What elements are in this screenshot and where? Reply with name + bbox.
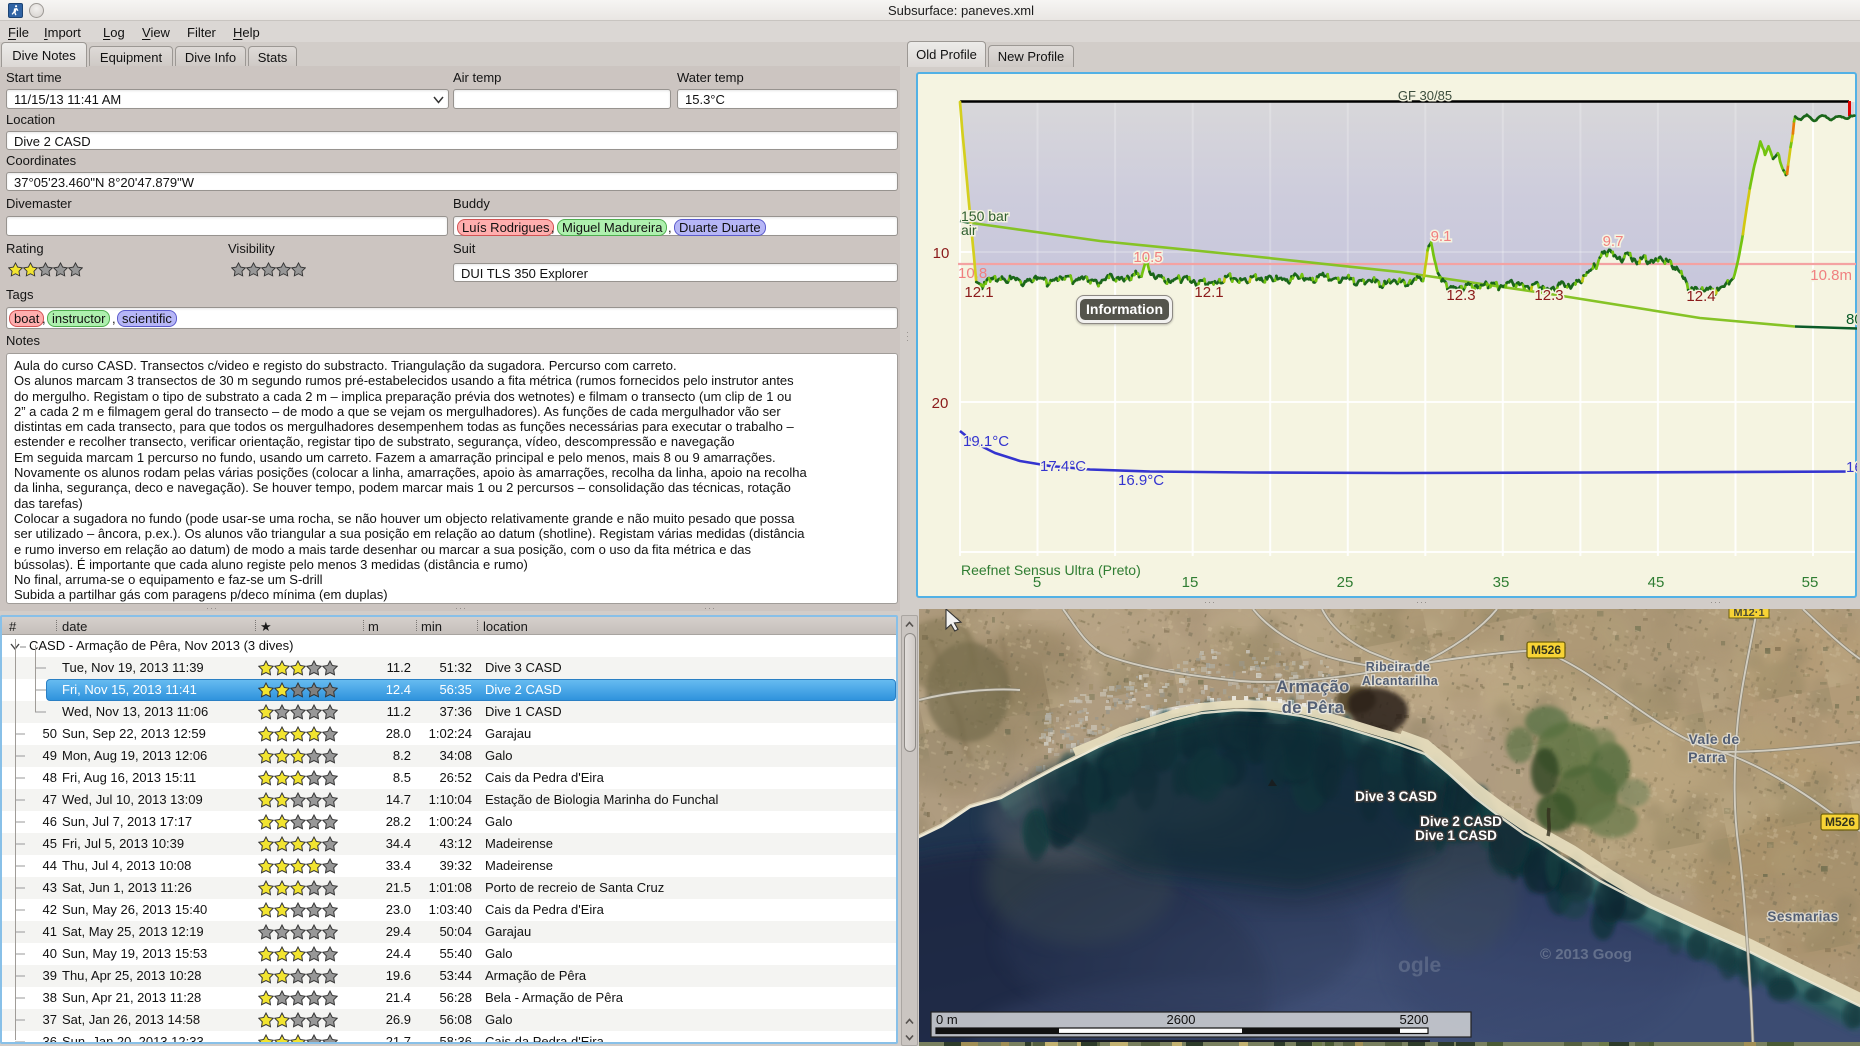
svg-text:9.7: 9.7 [1603,233,1624,250]
svg-text:GF 30/85: GF 30/85 [1398,88,1452,103]
svg-text:M12·1: M12·1 [1733,609,1764,619]
svg-text:17.4°C: 17.4°C [1040,458,1086,475]
svg-text:12.1: 12.1 [1194,284,1223,301]
svg-text:0 m: 0 m [936,1012,958,1027]
svg-text:35: 35 [1493,574,1510,591]
svg-text:10.8: 10.8 [958,265,987,282]
svg-text:45: 45 [1648,574,1665,591]
svg-text:19.1°C: 19.1°C [963,433,1009,450]
svg-text:Dive 2 CASD: Dive 2 CASD [1420,814,1502,829]
svg-text:55: 55 [1802,574,1819,591]
svg-text:Ribeira de: Ribeira de [1366,660,1430,674]
svg-text:M526: M526 [1825,815,1855,829]
svg-text:12.3: 12.3 [1534,287,1563,304]
svg-text:20: 20 [932,395,949,412]
svg-text:M526: M526 [1531,643,1561,657]
svg-text:Dive 1 CASD: Dive 1 CASD [1415,828,1497,843]
svg-text:10.5: 10.5 [1133,249,1162,266]
svg-text:2600: 2600 [1167,1012,1196,1027]
svg-text:Parra: Parra [1688,749,1726,765]
svg-text:12.4: 12.4 [1686,288,1715,305]
svg-text:12.3: 12.3 [1446,287,1475,304]
svg-text:de Pêra: de Pêra [1282,699,1345,717]
svg-text:5: 5 [1033,574,1041,591]
svg-text:Alcantarilha: Alcantarilha [1362,674,1439,688]
svg-text:10.8m: 10.8m [1810,267,1852,284]
svg-text:Dive 3 CASD: Dive 3 CASD [1355,789,1437,804]
svg-text:16.8°C: 16.8°C [1846,459,1857,476]
svg-text:80: 80 [1846,311,1857,328]
svg-text:12.1: 12.1 [964,284,993,301]
svg-text:Armação: Armação [1276,678,1349,696]
svg-text:ogle: ogle [1398,954,1441,977]
svg-text:© 2013 Goog: © 2013 Goog [1540,946,1632,963]
svg-text:16.9°C: 16.9°C [1118,472,1164,489]
svg-text:15: 15 [1182,574,1199,591]
svg-text:25: 25 [1337,574,1354,591]
svg-text:5200: 5200 [1400,1012,1429,1027]
svg-text:Sesmarias: Sesmarias [1767,909,1838,924]
svg-text:air: air [961,222,977,238]
svg-text:Reefnet Sensus Ultra (Preto): Reefnet Sensus Ultra (Preto) [961,562,1141,578]
svg-text:Vale de: Vale de [1688,731,1739,747]
svg-text:9.1: 9.1 [1431,228,1452,245]
svg-text:10: 10 [933,245,950,262]
